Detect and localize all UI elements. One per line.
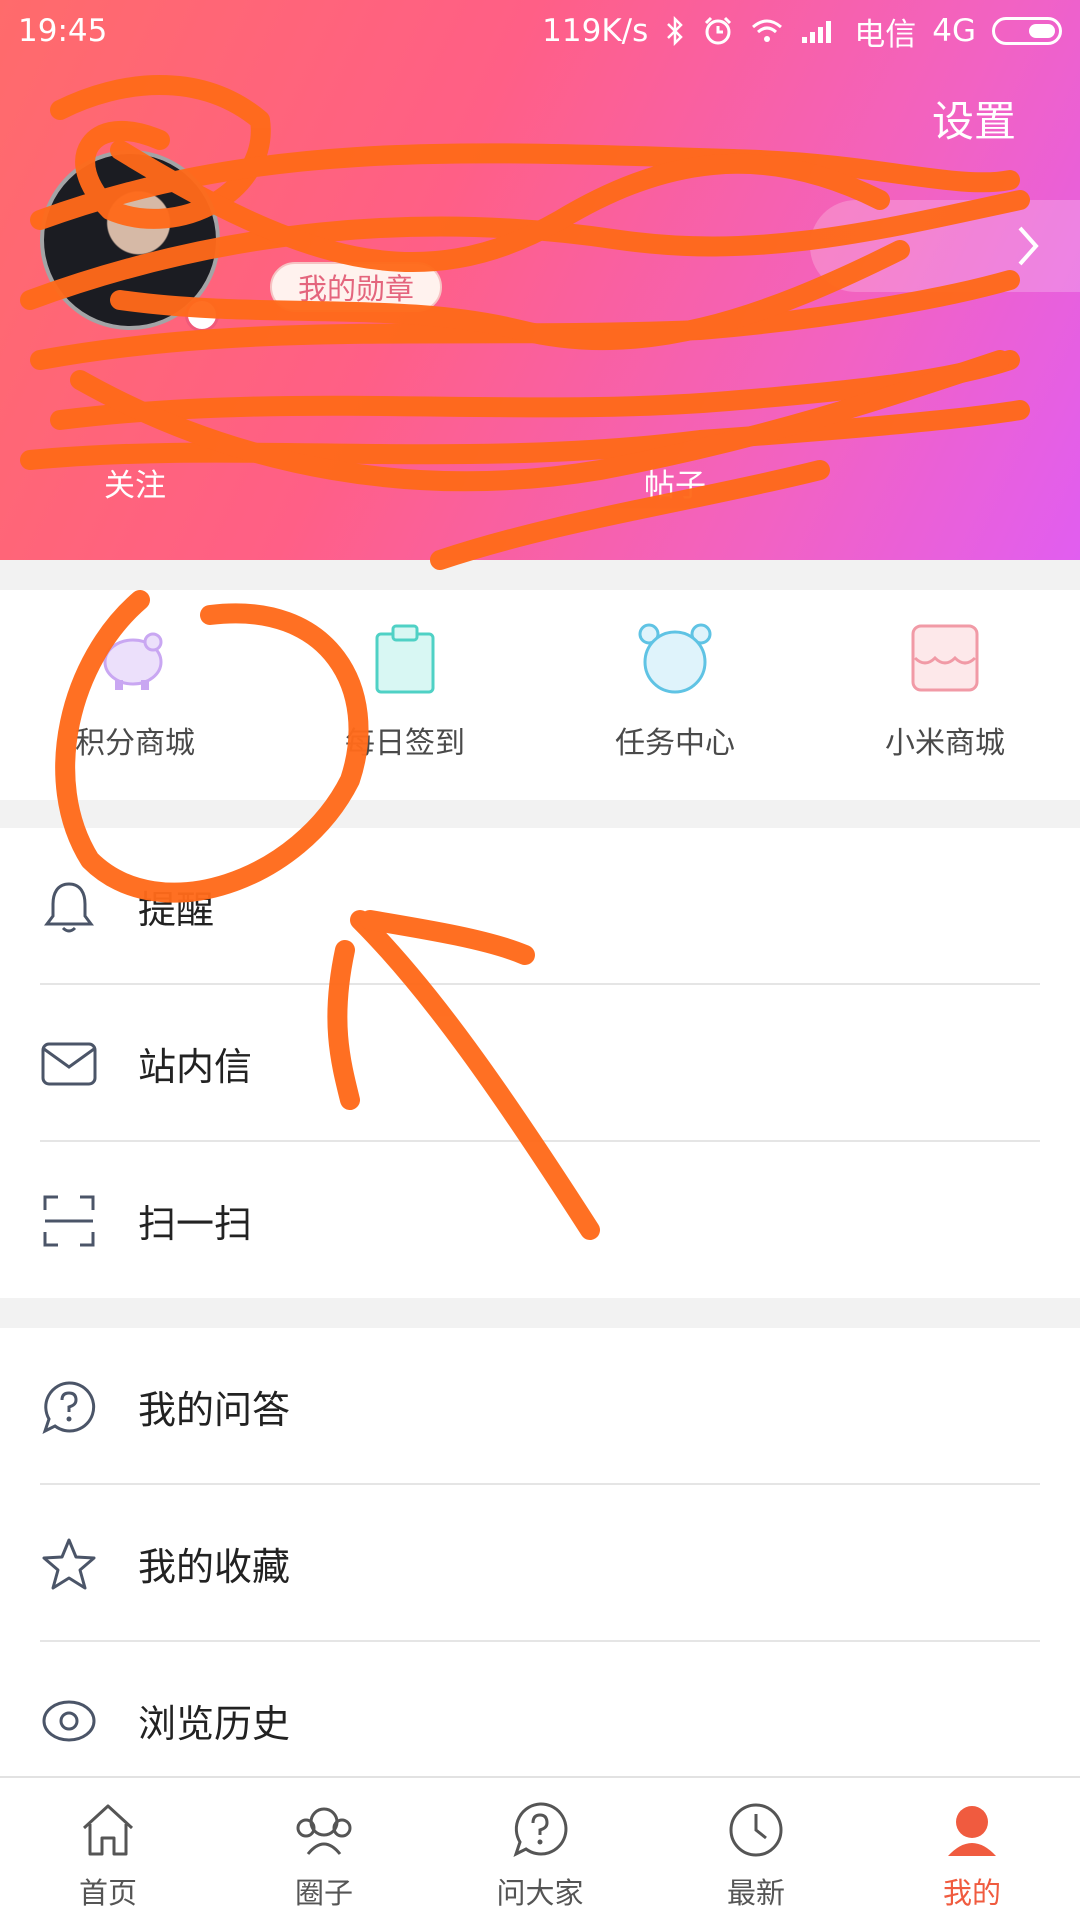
chevron-right-icon <box>1018 226 1039 266</box>
quick-daily-checkin[interactable]: 每日签到 <box>270 590 540 800</box>
network-type: 4G <box>932 13 976 49</box>
stat-extra[interactable] <box>810 460 1080 505</box>
status-time: 19:45 <box>18 13 108 49</box>
bear-face-icon <box>638 623 712 694</box>
wifi-icon <box>750 17 784 45</box>
menu-item-reminders[interactable]: 提醒 <box>0 828 1080 985</box>
quick-label: 任务中心 <box>615 726 735 761</box>
clock-icon <box>729 1803 783 1857</box>
menu-item-label: 我的收藏 <box>138 1545 291 1589</box>
tab-ask[interactable]: 问大家 <box>432 1778 648 1920</box>
star-icon <box>40 1535 98 1593</box>
clipboard-icon <box>375 624 435 694</box>
tab-latest[interactable]: 最新 <box>648 1778 864 1920</box>
carrier-label: 电信 <box>854 16 917 53</box>
tab-label: 圈子 <box>294 1876 353 1910</box>
tab-home[interactable]: 首页 <box>0 1778 216 1920</box>
mail-icon <box>40 1035 98 1093</box>
quick-points-mall[interactable]: 积分商城 <box>0 590 270 800</box>
stat-following[interactable]: 关注 <box>0 460 270 505</box>
menu-item-label: 提醒 <box>138 888 215 932</box>
quick-entries: 积分商城 每日签到 任务中心 小米商城 <box>0 590 1080 800</box>
signal-icon <box>800 17 838 45</box>
quick-label: 每日签到 <box>345 726 465 761</box>
piggy-bank-icon <box>103 632 163 690</box>
menu-item-scan[interactable]: 扫一扫 <box>0 1142 1080 1299</box>
question-icon <box>513 1802 568 1857</box>
menu-item-favorites[interactable]: 我的收藏 <box>0 1485 1080 1642</box>
bottom-tab-bar: 首页 圈子 问大家 最新 我的 <box>0 1776 1080 1920</box>
menu-item-my-qa[interactable]: 我的问答 <box>0 1328 1080 1485</box>
avatar-badge-icon <box>185 298 219 332</box>
quick-label: 小米商城 <box>885 726 1005 761</box>
menu-item-label: 站内信 <box>138 1045 253 1089</box>
quick-mi-store[interactable]: 小米商城 <box>810 590 1080 800</box>
network-speed: 119K/s <box>542 13 649 49</box>
tab-circles[interactable]: 圈子 <box>216 1778 432 1920</box>
my-medals-button[interactable]: 我的勋章 <box>270 262 443 312</box>
tab-label: 问大家 <box>496 1876 584 1910</box>
menu-item-label: 扫一扫 <box>138 1202 253 1246</box>
battery-icon <box>992 17 1062 45</box>
scan-icon <box>40 1192 98 1250</box>
quick-label: 积分商城 <box>75 726 195 761</box>
home-icon <box>82 1804 134 1856</box>
quick-task-center[interactable]: 任务中心 <box>540 590 810 800</box>
menu-item-label: 浏览历史 <box>138 1702 291 1746</box>
stat-fans[interactable] <box>270 460 540 505</box>
stat-posts[interactable]: 帖子 <box>540 460 810 505</box>
status-bar: 19:45 119K/s 电信 4G <box>0 0 1080 62</box>
store-icon <box>911 624 979 692</box>
group-icon <box>296 1807 352 1855</box>
tab-label: 首页 <box>78 1876 137 1910</box>
profile-icon <box>948 1806 996 1856</box>
profile-stats: 关注 帖子 <box>0 460 1080 505</box>
bluetooth-icon <box>664 16 686 46</box>
menu-item-label: 我的问答 <box>138 1388 291 1432</box>
stat-following-label: 关注 <box>104 468 166 504</box>
menu-item-inbox[interactable]: 站内信 <box>0 985 1080 1142</box>
profile-header: 19:45 119K/s 电信 4G 设置 我的勋章 关注 帖子 <box>0 0 1080 560</box>
menu-group-personal: 我的问答 我的收藏 浏览历史 <box>0 1328 1080 1776</box>
menu-group-notifications: 提醒 站内信 扫一扫 <box>0 828 1080 1298</box>
tab-mine[interactable]: 我的 <box>864 1778 1080 1920</box>
bell-icon <box>40 878 98 936</box>
settings-button[interactable]: 设置 <box>932 88 1016 149</box>
profile-detail-button[interactable] <box>810 200 1080 292</box>
tab-label: 最新 <box>726 1876 785 1910</box>
stat-posts-label: 帖子 <box>644 468 706 504</box>
eye-icon <box>40 1692 98 1750</box>
alarm-icon <box>702 15 734 47</box>
question-bubble-icon <box>40 1378 98 1436</box>
tab-label: 我的 <box>942 1876 1001 1910</box>
